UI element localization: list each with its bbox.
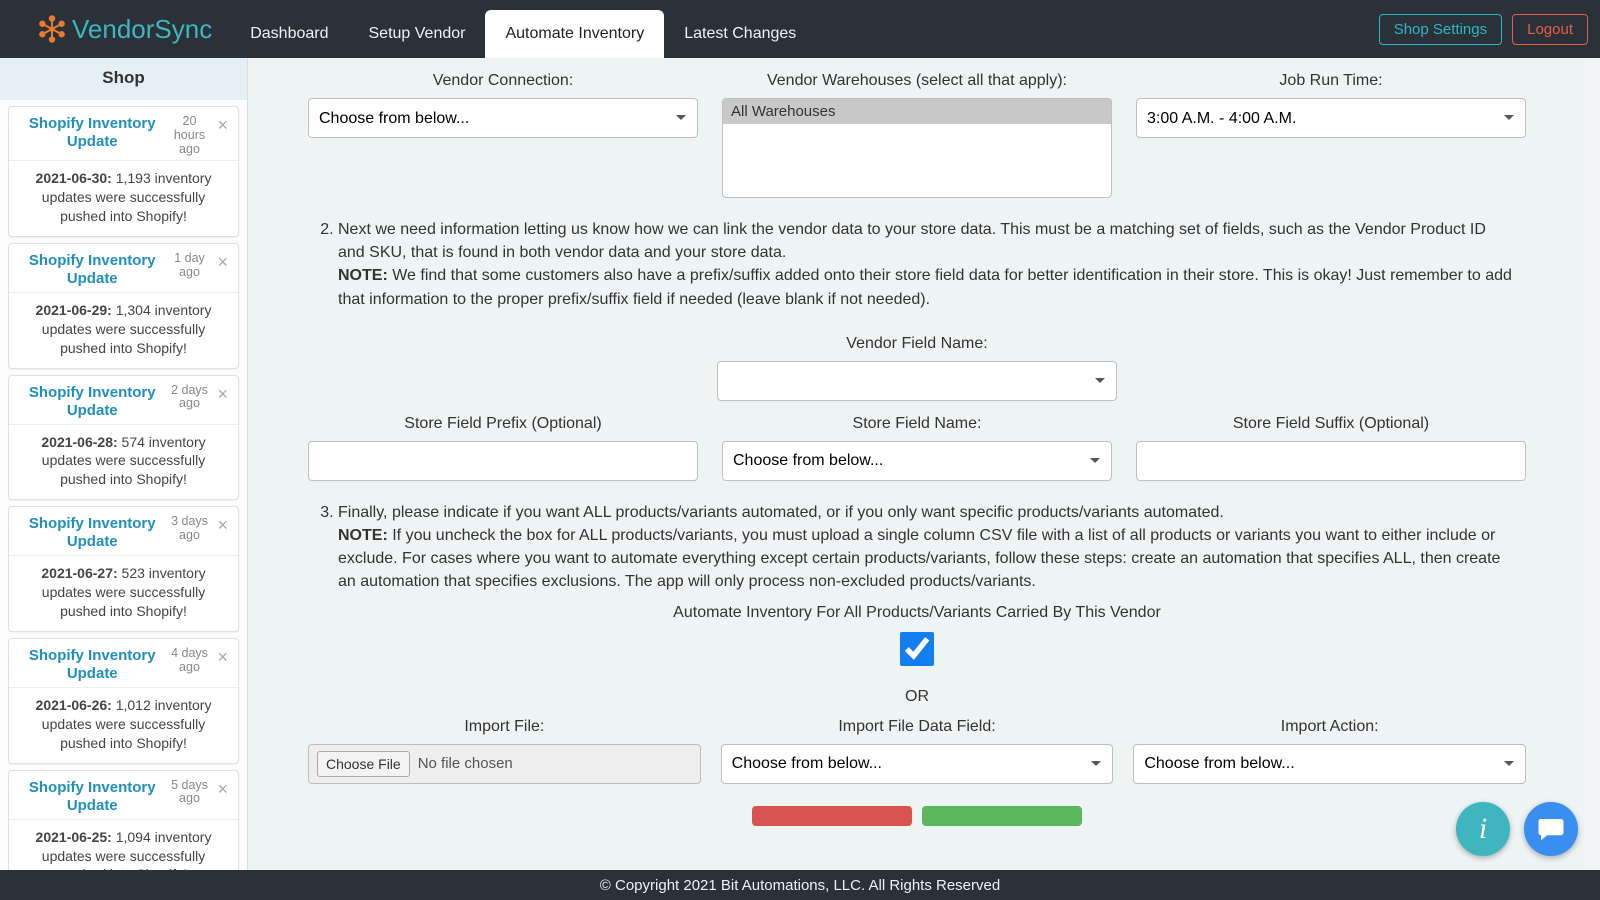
tab-setup-vendor-label: Setup Vendor	[369, 25, 466, 43]
import-data-field-select[interactable]: Choose from below...	[721, 744, 1114, 784]
close-icon[interactable]: ×	[213, 115, 232, 136]
notification-time: 5 days ago	[165, 779, 213, 807]
vendor-field-name-label: Vendor Field Name:	[717, 335, 1117, 353]
tab-latest-changes[interactable]: Latest Changes	[664, 10, 816, 58]
close-icon[interactable]: ×	[213, 647, 232, 668]
vendor-field-name-select[interactable]	[717, 361, 1117, 401]
shop-settings-label: Shop Settings	[1394, 21, 1487, 38]
step-2-text-b: We find that some customers also have a …	[338, 267, 1512, 307]
vendor-connection-select[interactable]: Choose from below...	[308, 98, 698, 138]
sidebar-title: Shop	[0, 58, 247, 100]
step-2: Next we need information letting us know…	[338, 218, 1516, 311]
store-field-name-label: Store Field Name:	[722, 415, 1112, 433]
close-icon[interactable]: ×	[213, 252, 232, 273]
notification-card[interactable]: Shopify Inventory Update4 days ago× 2021-…	[8, 638, 239, 764]
vendor-connection-label: Vendor Connection:	[308, 72, 698, 90]
brand-icon	[38, 15, 66, 43]
job-run-time-label: Job Run Time:	[1136, 72, 1526, 90]
step-3: Finally, please indicate if you want ALL…	[338, 501, 1516, 594]
import-file-label: Import File:	[308, 718, 701, 736]
notification-card[interactable]: Shopify Inventory Update3 days ago× 2021-…	[8, 506, 239, 632]
tab-dashboard[interactable]: Dashboard	[230, 10, 348, 58]
step-2-text-a: Next we need information letting us know…	[338, 221, 1486, 261]
job-run-time-select[interactable]: 3:00 A.M. - 4:00 A.M.	[1136, 98, 1526, 138]
tab-setup-vendor[interactable]: Setup Vendor	[349, 10, 486, 58]
store-field-name-select[interactable]: Choose from below...	[722, 441, 1112, 481]
close-icon[interactable]: ×	[213, 779, 232, 800]
topbar: VendorSync Dashboard Setup Vendor Automa…	[0, 0, 1600, 58]
nav-tabs: Dashboard Setup Vendor Automate Inventor…	[230, 0, 816, 58]
warehouse-option-all[interactable]: All Warehouses	[723, 99, 1111, 124]
notification-body: 2021-06-29: 1,304 inventory updates were…	[9, 292, 238, 368]
notification-time: 4 days ago	[165, 647, 213, 675]
main-content[interactable]: Vendor Connection: Choose from below... …	[248, 58, 1586, 878]
info-fab[interactable]: i	[1456, 802, 1510, 856]
notification-body: 2021-06-28: 574 inventory updates were s…	[9, 424, 238, 500]
tab-latest-changes-label: Latest Changes	[684, 25, 796, 43]
notification-title: Shopify Inventory Update	[19, 779, 165, 815]
close-icon[interactable]: ×	[213, 384, 232, 405]
store-prefix-input[interactable]	[308, 441, 698, 481]
topbar-right: Shop Settings Logout	[1379, 14, 1588, 45]
automate-all-label: Automate Inventory For All Products/Vari…	[248, 604, 1586, 622]
store-suffix-input[interactable]	[1136, 441, 1526, 481]
tab-automate-inventory-label: Automate Inventory	[505, 25, 644, 43]
note-label-2: NOTE:	[338, 527, 388, 544]
notification-body: 2021-06-27: 523 inventory updates were s…	[9, 555, 238, 631]
vendor-warehouses-listbox[interactable]: All Warehouses	[722, 98, 1112, 198]
import-file-input[interactable]: Choose File No file chosen	[308, 744, 701, 784]
notification-card[interactable]: Shopify Inventory Update5 days ago×2021-…	[8, 770, 239, 878]
import-data-field-label: Import File Data Field:	[721, 718, 1114, 736]
vendor-warehouses-label: Vendor Warehouses (select all that apply…	[722, 72, 1112, 90]
automate-all-checkbox[interactable]	[900, 632, 934, 666]
notification-title: Shopify Inventory Update	[19, 515, 165, 551]
store-suffix-label: Store Field Suffix (Optional)	[1136, 415, 1526, 433]
step-3-text-b: If you uncheck the box for ALL products/…	[338, 527, 1500, 590]
logout-button[interactable]: Logout	[1512, 14, 1588, 45]
footer-text: © Copyright 2021 Bit Automations, LLC. A…	[600, 877, 1000, 894]
logout-label: Logout	[1527, 21, 1573, 38]
no-file-text: No file chosen	[418, 755, 513, 772]
notification-card[interactable]: Shopify Inventory Update20 hours ago× 202…	[8, 106, 239, 237]
notification-title: Shopify Inventory Update	[19, 384, 165, 420]
notification-card[interactable]: Shopify Inventory Update2 days ago× 2021-…	[8, 375, 239, 501]
or-divider: OR	[248, 688, 1586, 706]
notification-body: 2021-06-30: 1,193 inventory updates were…	[9, 160, 238, 236]
notification-body: 2021-06-26: 1,012 inventory updates were…	[9, 687, 238, 763]
import-action-label: Import Action:	[1133, 718, 1526, 736]
notification-card[interactable]: Shopify Inventory Update1 day ago× 2021-0…	[8, 243, 239, 369]
notification-time: 1 day ago	[165, 252, 213, 280]
notification-time: 3 days ago	[165, 515, 213, 543]
step-3-text-a: Finally, please indicate if you want ALL…	[338, 504, 1224, 521]
note-label: NOTE:	[338, 267, 388, 284]
notification-time: 20 hours ago	[165, 115, 213, 156]
cancel-button[interactable]	[752, 806, 912, 826]
import-action-select[interactable]: Choose from below...	[1133, 744, 1526, 784]
notification-title: Shopify Inventory Update	[19, 647, 165, 683]
chat-icon	[1536, 814, 1566, 844]
notification-title: Shopify Inventory Update	[19, 252, 165, 288]
tab-automate-inventory[interactable]: Automate Inventory	[485, 10, 664, 58]
save-button[interactable]	[922, 806, 1082, 826]
sidebar[interactable]: Shop Shopify Inventory Update20 hours ag…	[0, 58, 248, 878]
brand: VendorSync	[0, 14, 230, 45]
choose-file-button[interactable]: Choose File	[317, 751, 410, 777]
chat-fab[interactable]	[1524, 802, 1578, 856]
close-icon[interactable]: ×	[213, 515, 232, 536]
shop-settings-button[interactable]: Shop Settings	[1379, 14, 1502, 45]
store-prefix-label: Store Field Prefix (Optional)	[308, 415, 698, 433]
footer: © Copyright 2021 Bit Automations, LLC. A…	[0, 870, 1600, 900]
notification-title: Shopify Inventory Update	[19, 115, 165, 151]
notification-time: 2 days ago	[165, 384, 213, 412]
brand-text: VendorSync	[72, 14, 212, 45]
tab-dashboard-label: Dashboard	[250, 25, 328, 43]
